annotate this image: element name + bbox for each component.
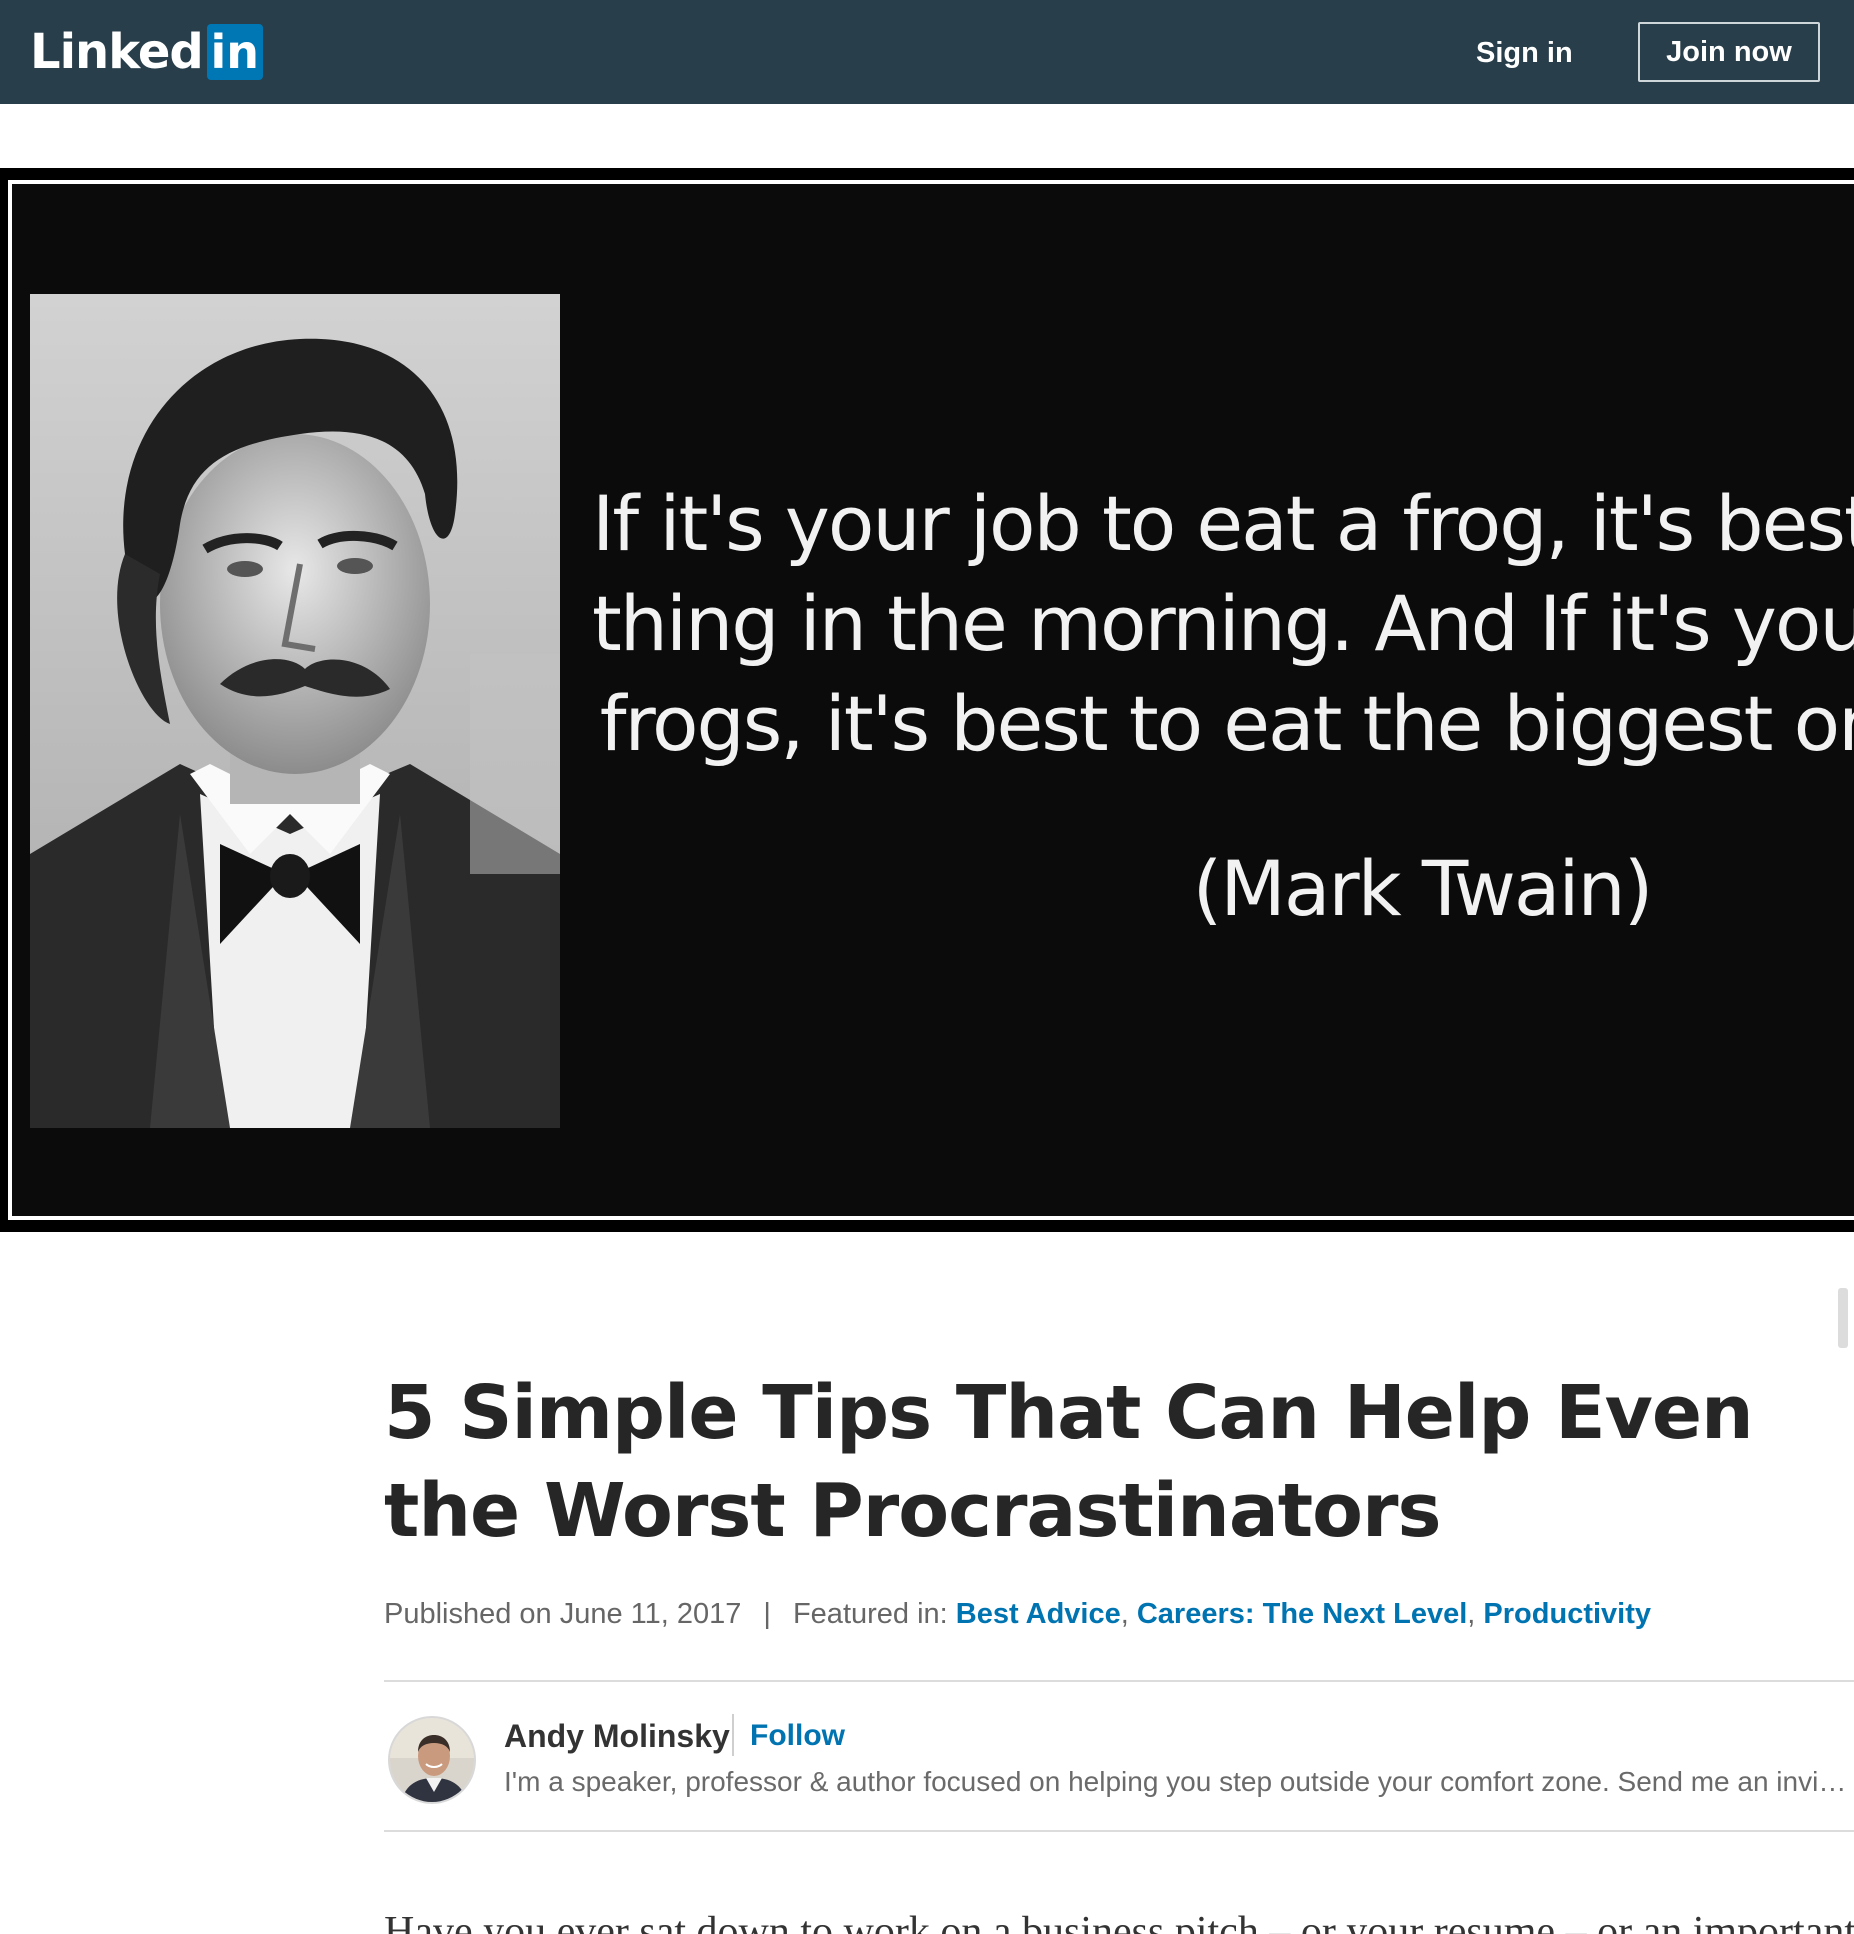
article-title: 5 Simple Tips That Can Help Even the Wor… xyxy=(384,1370,1754,1554)
published-date: Published on June 11, 2017 xyxy=(384,1597,742,1630)
author-name[interactable]: Andy Molinsky xyxy=(504,1714,730,1758)
comma: , xyxy=(1120,1597,1137,1630)
divider-top xyxy=(384,1680,1854,1682)
join-now-button[interactable]: Join now xyxy=(1638,22,1820,82)
meta-separator: | xyxy=(763,1597,771,1630)
featured-link-careers[interactable]: Careers: The Next Level xyxy=(1137,1598,1467,1631)
follow-button[interactable]: Follow xyxy=(750,1714,845,1758)
article-cover-image: If it's your job to eat a frog, it's bes… xyxy=(0,168,1854,1348)
featured-link-best-advice[interactable]: Best Advice xyxy=(956,1598,1121,1631)
author-avatar[interactable] xyxy=(388,1716,476,1804)
featured-link-productivity[interactable]: Productivity xyxy=(1483,1598,1651,1631)
article-meta: Published on June 11, 2017 | Featured in… xyxy=(384,1594,1651,1634)
author-separator xyxy=(732,1714,734,1756)
top-navigation-bar: Linked in Sign in Join now xyxy=(0,0,1854,104)
author-card: Andy Molinsky Follow I'm a speaker, prof… xyxy=(384,1712,1854,1808)
logo-wordmark: Linked xyxy=(30,24,204,80)
divider-bottom xyxy=(384,1830,1854,1832)
article-body-preview: Have you ever sat down to work on a busi… xyxy=(384,1902,1854,1934)
linkedin-logo[interactable]: Linked in xyxy=(30,24,263,80)
article-first-line: Have you ever sat down to work on a busi… xyxy=(384,1909,1854,1934)
quote-image-frame: If it's your job to eat a frog, it's bes… xyxy=(8,180,1854,1220)
featured-label: Featured in: xyxy=(792,1597,948,1630)
sign-in-link[interactable]: Sign in xyxy=(1476,30,1573,76)
mark-twain-portrait xyxy=(30,294,560,1128)
author-bio: I'm a speaker, professor & author focuse… xyxy=(504,1766,1847,1797)
comma: , xyxy=(1467,1597,1484,1630)
quote-text: If it's your job to eat a frog, it's bes… xyxy=(592,479,1854,768)
quote-attribution: (Mark Twain) xyxy=(1192,844,1654,933)
cropped-edge-glyph xyxy=(1838,1288,1848,1348)
logo-in-box: in xyxy=(206,24,263,80)
